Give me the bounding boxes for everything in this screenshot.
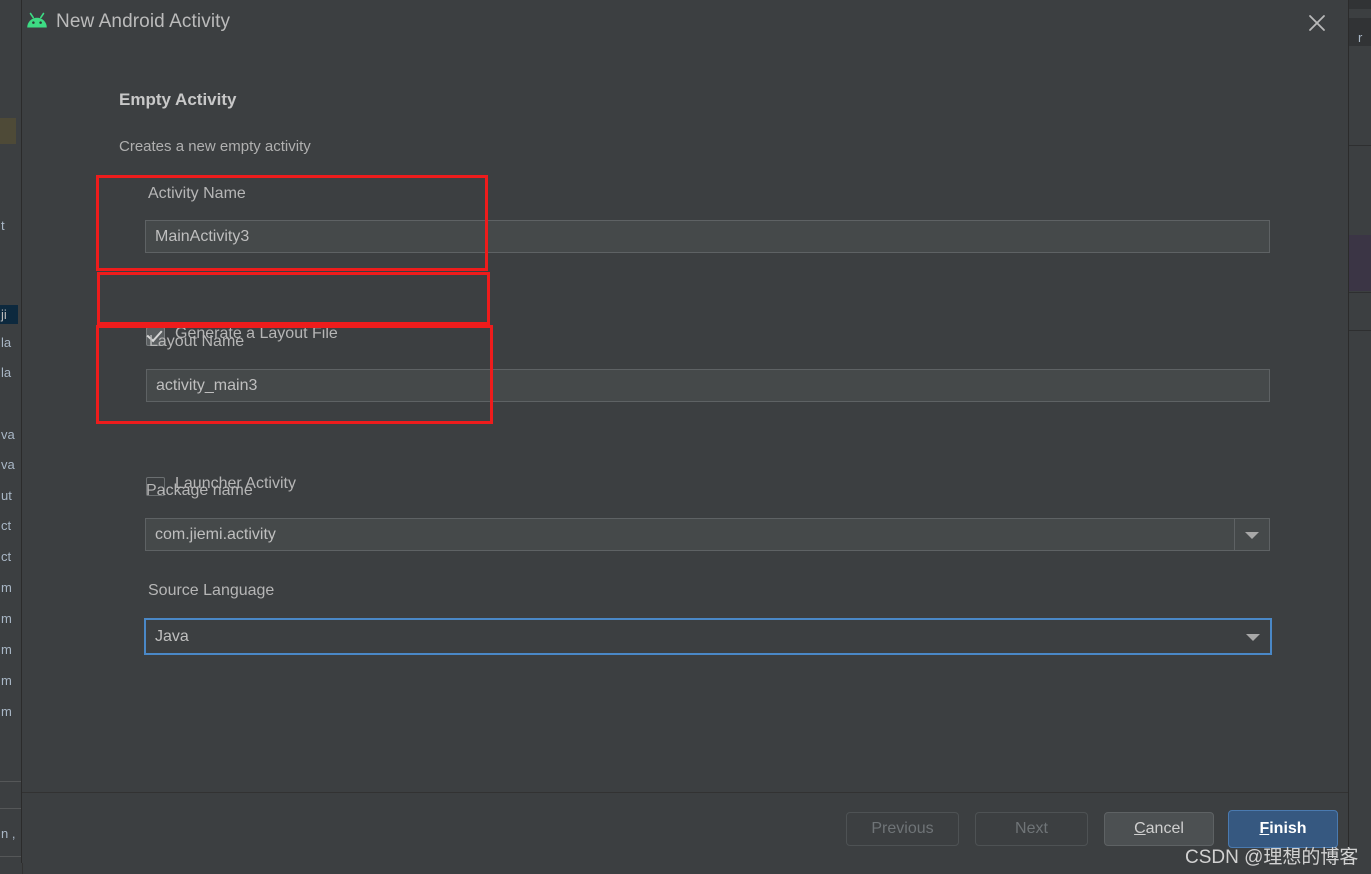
watermark: CSDN @理想的博客 (1185, 842, 1358, 869)
ide-right-highlight (1348, 235, 1371, 291)
list-item[interactable]: n , (0, 824, 18, 843)
ide-right-panel (1348, 0, 1371, 874)
generate-layout-highlight (97, 272, 490, 325)
list-item[interactable]: la (0, 363, 18, 382)
chevron-down-icon[interactable] (1236, 620, 1270, 653)
chevron-down-icon[interactable] (1234, 519, 1269, 550)
new-android-activity-dialog: New Android Activity Empty Activity Crea… (22, 0, 1348, 862)
layout-name-input[interactable] (146, 369, 1270, 402)
divider (1348, 292, 1371, 293)
previous-button[interactable]: Previous (846, 812, 959, 846)
ide-right-text: r (1358, 30, 1371, 46)
layout-name-label: Layout Name (149, 333, 244, 351)
list-item[interactable]: va (0, 425, 18, 444)
page-title: Empty Activity (119, 90, 236, 110)
divider (1348, 145, 1371, 146)
list-item[interactable]: t (0, 216, 18, 235)
ide-editor-tab[interactable] (0, 118, 16, 144)
list-item[interactable]: m (0, 702, 18, 721)
ide-bottom-edge (0, 862, 22, 874)
list-item[interactable]: ct (0, 516, 18, 535)
activity-name-input[interactable] (145, 220, 1270, 253)
android-robot-icon (24, 11, 50, 33)
dialog-footer: Previous Next Cancel Finish (22, 792, 1348, 863)
dialog-title: New Android Activity (56, 10, 230, 34)
divider (1348, 330, 1371, 331)
list-item[interactable]: m (0, 640, 18, 659)
list-item[interactable]: ct (0, 547, 18, 566)
close-icon[interactable] (1302, 8, 1332, 38)
list-item[interactable]: m (0, 578, 18, 597)
source-language-combo[interactable]: Java (144, 618, 1272, 655)
list-item[interactable]: la (0, 333, 18, 352)
ide-project-tree[interactable]: t ji la la va va ut ct ct m m m m m n , (0, 0, 18, 874)
finish-label: inish (1269, 820, 1306, 837)
divider (0, 808, 22, 809)
list-item[interactable]: va (0, 455, 18, 474)
activity-name-label: Activity Name (148, 185, 246, 203)
list-item[interactable]: m (0, 609, 18, 628)
page-subtitle: Creates a new empty activity (119, 138, 311, 155)
list-item[interactable]: m (0, 671, 18, 690)
ide-project-panel: t ji la la va va ut ct ct m m m m m n , (0, 0, 23, 874)
divider (0, 781, 22, 782)
list-item[interactable]: ji (0, 305, 18, 324)
source-language-value: Java (155, 620, 189, 653)
list-item[interactable]: ut (0, 486, 18, 505)
dialog-titlebar[interactable]: New Android Activity (22, 0, 1348, 46)
cancel-button[interactable]: Cancel (1104, 812, 1214, 846)
source-language-label: Source Language (148, 582, 274, 600)
divider (0, 856, 22, 857)
dialog-content: Empty Activity Creates a new empty activ… (22, 46, 1348, 792)
finish-mnemonic: F (1259, 820, 1269, 837)
package-name-label: Package name (146, 482, 253, 500)
cancel-label: ancel (1146, 820, 1184, 837)
package-name-value: com.jiemi.activity (155, 519, 276, 550)
package-name-combo[interactable]: com.jiemi.activity (145, 518, 1270, 551)
next-button[interactable]: Next (975, 812, 1088, 846)
cancel-mnemonic: C (1134, 820, 1146, 837)
